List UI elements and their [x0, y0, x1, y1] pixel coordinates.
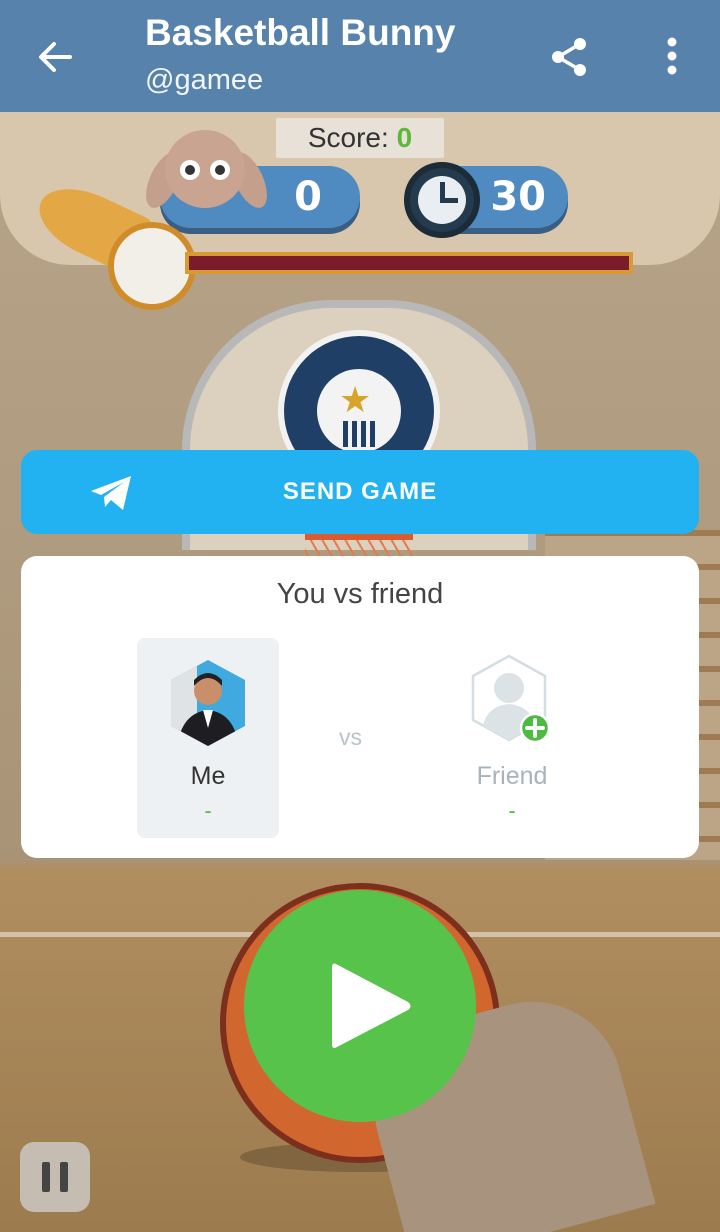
app-bar: Basketball Bunny @gamee [0, 0, 720, 112]
bunny-avatar-icon [165, 130, 245, 208]
player-points: 0 [294, 174, 322, 220]
fireball-icon [108, 222, 196, 310]
score-value: 0 [396, 122, 413, 153]
me-name: Me [190, 762, 226, 790]
score-label: Score: [307, 122, 397, 153]
vs-label: vs [339, 724, 362, 750]
play-icon [332, 963, 411, 1048]
pause-button[interactable] [20, 1142, 90, 1212]
friend-score: - [508, 798, 516, 823]
bunny-eye-left [180, 160, 200, 180]
versus-card: You vs friend Me - vs Friend - [21, 556, 699, 858]
friend-player-tile[interactable]: Friend - [441, 638, 583, 838]
share-icon [552, 38, 586, 76]
send-game-label: SEND GAME [282, 478, 438, 505]
app-subtitle: @gamee [145, 64, 264, 96]
friend-placeholder-avatar [471, 654, 551, 744]
versus-title: You vs friend [276, 578, 444, 610]
share-button[interactable] [545, 32, 595, 82]
more-options-button[interactable] [650, 32, 694, 82]
bunny-eye-right [210, 160, 230, 180]
more-vertical-icon [667, 37, 677, 75]
score-display: Score: 0 [276, 118, 444, 158]
app-title: Basketball Bunny [145, 12, 456, 53]
me-score: - [204, 798, 212, 823]
me-player-tile[interactable]: Me - [137, 638, 279, 838]
clock-icon [404, 162, 480, 238]
play-button[interactable] [244, 890, 476, 1122]
back-button[interactable] [30, 32, 80, 82]
arrow-left-icon [39, 42, 72, 72]
user-avatar [171, 660, 245, 746]
send-game-button[interactable]: SEND GAME [21, 450, 699, 534]
timer-value: 30 [490, 174, 546, 220]
power-progress-bar [185, 252, 633, 274]
friend-name: Friend [476, 762, 548, 790]
